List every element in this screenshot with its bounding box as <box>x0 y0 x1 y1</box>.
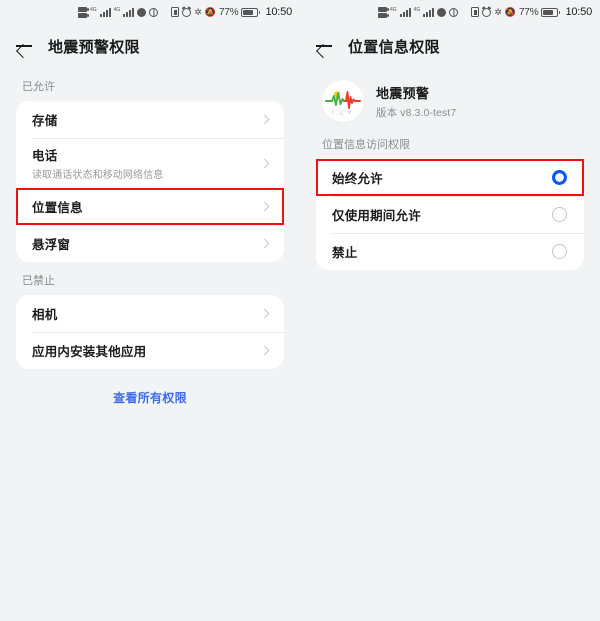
signal-bars-icon-2: 4G <box>114 7 135 17</box>
dual-screenshot: 4G 4G ✲ 🔕 77% 10:50 地震预警权限 已允许 存储 电话 读取通… <box>0 0 600 621</box>
no-sound-icon <box>137 7 147 17</box>
signal-bars-icon-2: 4G <box>414 7 435 17</box>
permission-title: 电话 <box>32 149 58 163</box>
section-label-allowed: 已允许 <box>22 81 55 93</box>
status-bar: 4G 4G ✲ 🔕 77% 10:50 <box>0 0 300 24</box>
permission-row-storage[interactable]: 存储 <box>16 101 284 138</box>
status-bar: 4G 4G ✲ 🔕 77% 10:50 <box>300 0 600 24</box>
vibrate-icon <box>471 7 480 17</box>
sim-dual-icon <box>377 6 389 18</box>
permission-title: 应用内安装其他应用 <box>32 345 147 359</box>
vibrate-icon <box>171 7 180 17</box>
bluetooth-icon: ✲ <box>494 6 502 17</box>
signal-bars-icon-1: 4G <box>90 7 111 17</box>
denied-permissions-card: 相机 应用内安装其他应用 <box>16 295 284 369</box>
alarm-icon <box>182 7 192 17</box>
view-all-permissions-link[interactable]: 查看所有权限 <box>0 389 300 406</box>
right-app-bar: 位置信息权限 <box>300 24 600 68</box>
back-arrow-icon[interactable] <box>14 36 34 56</box>
radio-button[interactable] <box>552 244 567 259</box>
app-version: 版本 v8.3.0-test7 <box>376 106 457 119</box>
permission-title: 位置信息 <box>32 201 83 215</box>
chevron-right-icon <box>259 114 270 125</box>
sim-dual-icon <box>77 6 89 18</box>
chevron-right-icon <box>259 345 270 356</box>
app-name: 地震预警 <box>376 85 430 101</box>
left-phone-screen: 4G 4G ✲ 🔕 77% 10:50 地震预警权限 已允许 存储 电话 读取通… <box>0 0 300 621</box>
mute-bell-icon: 🔕 <box>204 6 217 17</box>
permission-row-install-apps[interactable]: 应用内安装其他应用 <box>16 332 284 369</box>
location-options-card: 始终允许 仅使用期间允许 禁止 <box>316 159 584 270</box>
radio-button[interactable] <box>552 207 567 222</box>
allowed-permissions-card: 存储 电话 读取通话状态和移动网络信息 位置信息 悬浮窗 <box>16 101 284 262</box>
signal-bars-icon-1: 4G <box>390 7 411 17</box>
no-sound-icon <box>437 7 447 17</box>
left-app-bar: 地震预警权限 <box>0 24 300 68</box>
alarm-icon <box>482 7 492 17</box>
permission-title: 存储 <box>32 114 58 128</box>
app-header: / c v 地震预警 版本 v8.3.0-test7 <box>300 68 600 126</box>
chevron-right-icon <box>259 158 270 168</box>
permission-title: 相机 <box>32 308 58 322</box>
chevron-right-icon <box>259 238 270 249</box>
option-label: 始终允许 <box>332 172 383 186</box>
radio-button-selected[interactable] <box>552 170 567 185</box>
permission-row-floating-window[interactable]: 悬浮窗 <box>16 225 284 262</box>
status-time: 10:50 <box>565 6 592 18</box>
chevron-right-icon <box>259 201 270 212</box>
chevron-right-icon <box>259 308 270 319</box>
option-label: 禁止 <box>332 246 358 260</box>
page-title: 地震预警权限 <box>48 38 140 56</box>
permission-title: 悬浮窗 <box>32 238 71 252</box>
permission-row-camera[interactable]: 相机 <box>16 295 284 332</box>
permission-subtitle: 读取通话状态和移动网络信息 <box>32 170 164 181</box>
battery-icon <box>241 7 261 17</box>
right-phone-screen: 4G 4G ✲ 🔕 77% 10:50 位置信息权限 / c v 地震预警 版本… <box>300 0 600 621</box>
option-row-deny[interactable]: 禁止 <box>316 233 584 270</box>
option-label: 仅使用期间允许 <box>332 209 421 223</box>
battery-percent: 77% <box>519 6 539 18</box>
earthquake-wave-icon: / c v <box>322 80 364 122</box>
option-row-while-in-use[interactable]: 仅使用期间允许 <box>316 196 584 233</box>
svg-text:c: c <box>340 111 343 117</box>
globe-icon <box>449 7 459 17</box>
mute-bell-icon: 🔕 <box>504 6 517 17</box>
battery-percent: 77% <box>219 6 239 18</box>
back-arrow-icon[interactable] <box>314 36 334 56</box>
permission-row-phone[interactable]: 电话 读取通话状态和移动网络信息 <box>16 138 284 188</box>
page-title: 位置信息权限 <box>348 38 440 56</box>
svg-text:v: v <box>348 110 351 116</box>
section-label-location-access: 位置信息访问权限 <box>322 139 410 151</box>
permission-row-location[interactable]: 位置信息 <box>16 188 284 225</box>
bluetooth-icon: ✲ <box>194 6 202 17</box>
globe-icon <box>149 7 159 17</box>
option-row-always-allow[interactable]: 始终允许 <box>316 159 584 196</box>
battery-icon <box>541 7 561 17</box>
section-label-denied: 已禁止 <box>22 275 55 287</box>
status-time: 10:50 <box>265 6 292 18</box>
